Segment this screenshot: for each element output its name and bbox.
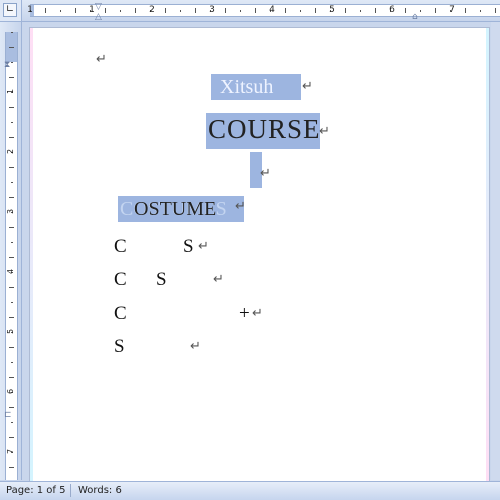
line-2-left: C [114,269,127,290]
ruler-number: 1 [6,88,16,95]
ruler-tick [11,302,13,303]
ruler-tick [9,377,14,378]
ruler-tick [495,8,496,13]
ruler-tick [60,10,61,12]
paragraph-mark: ↵ [213,272,224,287]
page-count[interactable]: Page: 1 of 5 [6,485,65,496]
ruler-number: 3 [209,5,215,15]
line-3-left: C [114,303,127,324]
ruler-tick [180,10,181,12]
ruler-tick [11,422,13,423]
ruler-tick [345,8,346,13]
ruler-number: 5 [6,328,16,335]
ruler-number: 2 [149,5,155,15]
ruler-tick [120,10,121,12]
ruler-tick [9,257,14,258]
ruler-number: 2 [6,148,16,155]
right-indent-marker-icon[interactable]: ⌂ [412,12,418,22]
ruler-number: 7 [6,448,16,455]
tab-selector-icon[interactable]: ∟ [3,3,17,17]
page-edge-right [486,28,489,488]
ruler-tick [135,8,136,13]
vertical-ruler[interactable]: 1 2 3 4 5 6 7 ⧗ ⊏ [0,22,22,480]
word-count[interactable]: Words: 6 [78,485,122,496]
ruler-tick [480,10,481,12]
ruler-number: 7 [449,5,455,15]
line-1-right: S [183,236,194,257]
ruler-tick [465,8,466,13]
ruler-tick [435,8,436,13]
vertical-scrollbar[interactable] [491,22,500,480]
ruler-number: 5 [329,5,335,15]
ruler-number: 3 [6,208,16,215]
ruler-tick [195,8,196,13]
hanging-indent-marker-icon[interactable]: △ [95,12,102,22]
first-line-indent-marker-icon[interactable]: ▽ [95,2,102,12]
paragraph-mark: ↵ [302,79,313,94]
ruler-tick [360,10,361,12]
ruler-tick [9,197,14,198]
paragraph-mark: ↵ [260,166,271,181]
page-edge-left [30,28,33,488]
heading-text: COURSE [208,114,321,144]
ruler-tick [11,32,13,33]
document-page[interactable]: ↵ Xitsuh ↵ COURSE ↵ ↵ COSTUMES OSTUME ↵ … [30,28,489,488]
ruler-tick [105,8,106,13]
line-4-left: S [114,336,125,357]
ruler-tick [9,107,14,108]
ruler-tick [11,62,13,63]
ruler-tick [9,347,14,348]
document-workspace[interactable]: ↵ Xitsuh ↵ COURSE ↵ ↵ COSTUMES OSTUME ↵ … [22,22,500,488]
ruler-tick [9,137,14,138]
ruler-tick [11,122,13,123]
ruler-tick [420,10,421,12]
horizontal-ruler[interactable]: 1 1 2 3 4 5 6 7 ▽ △ ⌂ [22,0,500,22]
ruler-number: 4 [6,268,16,275]
paragraph-mark: ↵ [235,199,246,214]
ruler-tick [75,8,76,13]
ruler-tick [285,8,286,13]
title-text: Xitsuh [220,76,274,98]
ruler-tick [9,167,14,168]
ruler-tick [11,362,13,363]
ruler-number: 1 [89,5,95,15]
ruler-tick [9,437,14,438]
ruler-tick [9,77,14,78]
ruler-tick [11,182,13,183]
ruler-tick [375,8,376,13]
paragraph-mark: ↵ [252,306,263,321]
top-margin-marker-icon[interactable]: ⧗ [4,60,10,70]
paragraph-mark: ↵ [198,239,209,254]
ruler-tick [225,8,226,13]
sub-heading-text: OSTUME [134,198,217,220]
status-bar: Page: 1 of 5 Words: 6 [0,481,500,500]
ruler-number: 6 [6,388,16,395]
paragraph-mark: ↵ [319,124,330,139]
ruler-tick [240,10,241,12]
ruler-tick [9,227,14,228]
ruler-tick [45,8,46,13]
ruler-tick [300,10,301,12]
ruler-tick [9,317,14,318]
ruler-number: 1 [27,5,33,15]
line-2-right: S [156,269,167,290]
ruler-number: 4 [269,5,275,15]
ruler-tick [9,407,14,408]
ruler-tick [9,467,14,468]
line-3-right: + [239,303,250,324]
ruler-tick [255,8,256,13]
paragraph-mark: ↵ [96,52,107,67]
ruler-tick [315,8,316,13]
ruler-corner: ∟ [0,0,22,22]
paragraph-mark: ↵ [190,339,201,354]
ruler-number: 6 [389,5,395,15]
ruler-tick [405,8,406,13]
ruler-tick [165,8,166,13]
ruler-tick [9,47,14,48]
bottom-margin-marker-icon[interactable]: ⊏ [4,410,12,420]
ruler-tick [9,287,14,288]
ruler-tick [11,242,13,243]
line-1-left: C [114,236,127,257]
status-divider [70,484,71,497]
